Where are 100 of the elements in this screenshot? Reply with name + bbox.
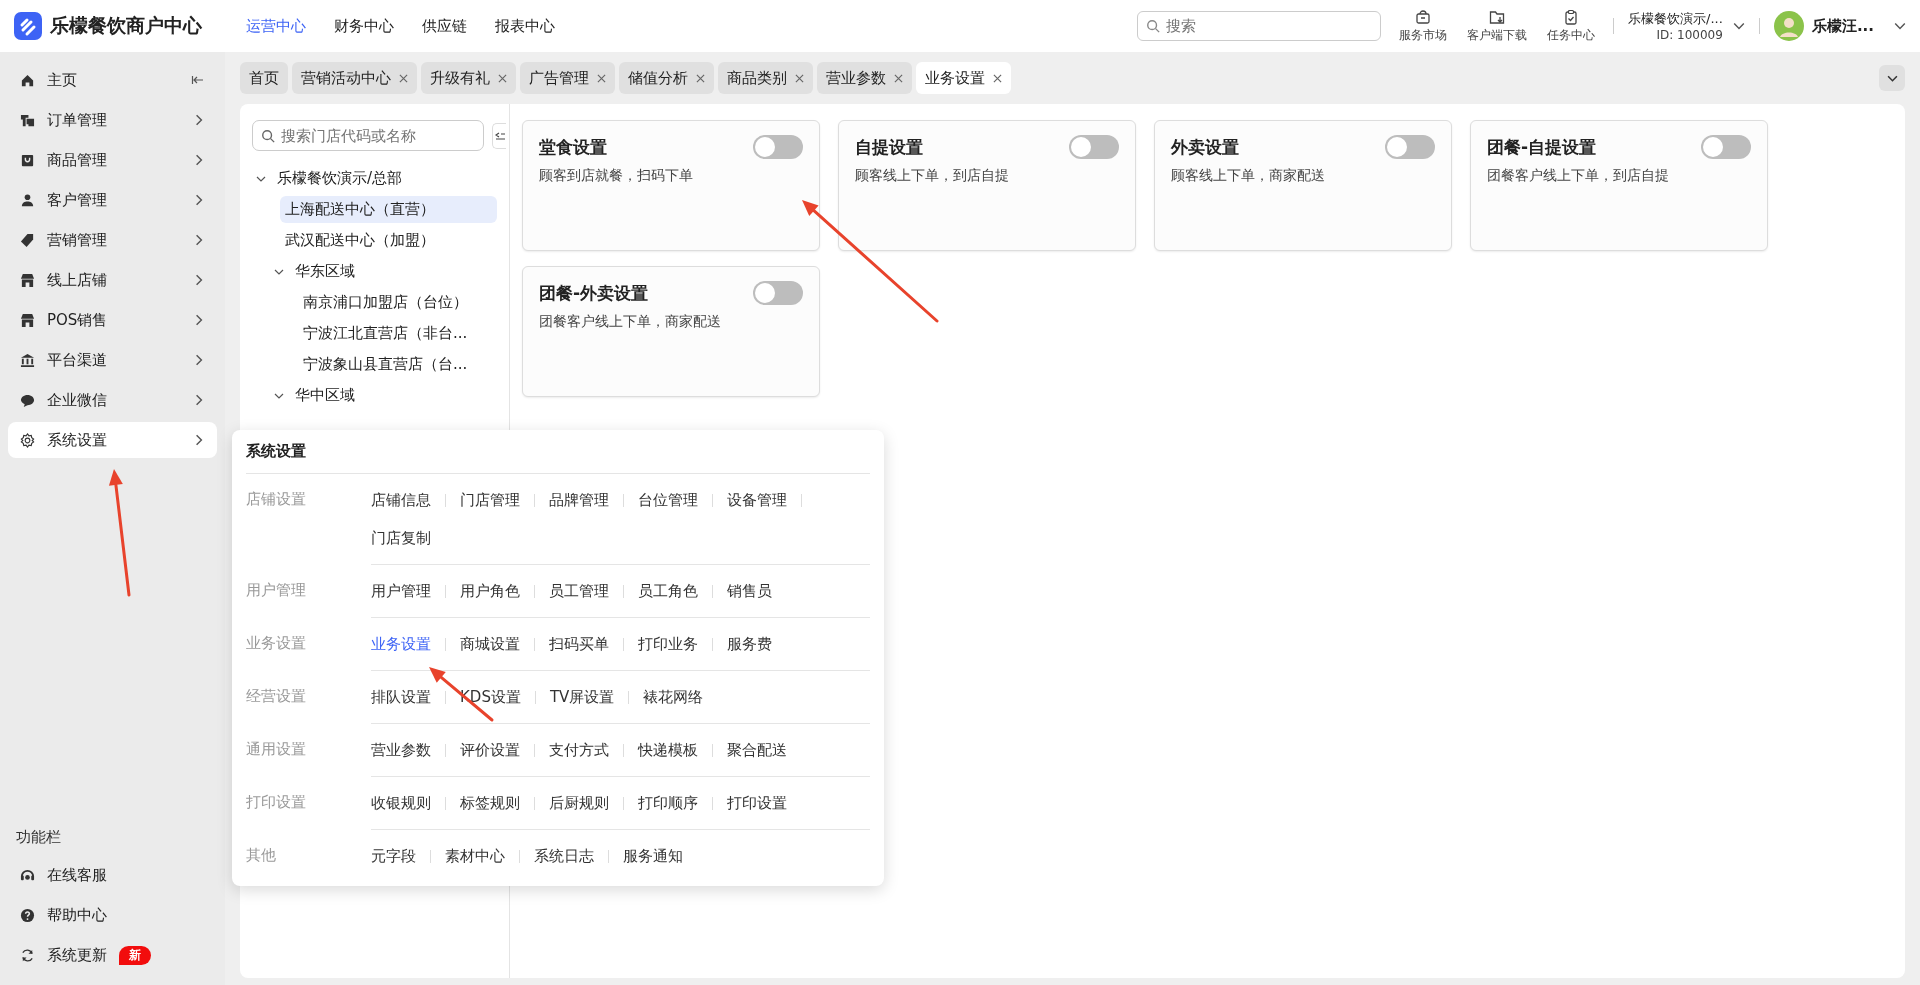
group-label: 用户管理: [246, 580, 307, 601]
user-name: 乐檬汪...: [1811, 16, 1874, 36]
sidebar-item[interactable]: 线上店铺: [8, 262, 217, 298]
nav-tab[interactable]: 财务中心: [334, 16, 394, 36]
page-tab[interactable]: 营销活动中心: [292, 62, 417, 94]
menu-link[interactable]: 支付方式: [549, 731, 609, 769]
close-icon[interactable]: [894, 73, 903, 83]
toggle-switch[interactable]: [1069, 135, 1119, 159]
menu-link[interactable]: 设备管理: [727, 481, 787, 519]
menu-link[interactable]: 服务费: [727, 625, 772, 663]
menu-link[interactable]: 系统日志: [534, 837, 594, 875]
sidebar-item[interactable]: 客户管理: [8, 182, 217, 218]
search-icon: [1146, 19, 1161, 33]
tree-item[interactable]: 宁波象山县直营店（台...: [298, 351, 497, 378]
menu-link[interactable]: 品牌管理: [549, 481, 609, 519]
menu-link[interactable]: 用户角色: [460, 572, 520, 610]
menu-link[interactable]: 员工角色: [638, 572, 698, 610]
page-tab[interactable]: 商品类别: [718, 62, 813, 94]
collapse-icon[interactable]: [191, 73, 205, 87]
menu-link[interactable]: 用户管理: [371, 572, 431, 610]
sidebar-item[interactable]: 平台渠道: [8, 342, 217, 378]
menu-link[interactable]: 业务设置: [371, 625, 431, 663]
tree-item[interactable]: 华中区域: [290, 382, 497, 409]
tree-item[interactable]: 宁波江北直营店（非台...: [298, 320, 497, 347]
menu-link[interactable]: 打印顺序: [638, 784, 698, 822]
tabs-dropdown-button[interactable]: [1879, 65, 1905, 91]
headset-icon: [20, 867, 35, 883]
menu-link[interactable]: 排队设置: [371, 678, 431, 716]
group-label: 通用设置: [246, 739, 307, 760]
chevron-down-icon[interactable]: [1894, 20, 1906, 32]
close-icon[interactable]: [993, 73, 1002, 83]
function-item[interactable]: 系统更新 新: [8, 937, 217, 973]
tree-item[interactable]: 上海配送中心（直营）: [280, 196, 497, 223]
sidebar-item[interactable]: 商品管理: [8, 142, 217, 178]
chevron-right-icon: [193, 234, 205, 246]
group-label: 其他: [246, 845, 277, 866]
page-tab[interactable]: 储值分析: [619, 62, 714, 94]
function-item[interactable]: 在线客服: [8, 857, 217, 893]
sidebar-item[interactable]: POS销售: [8, 302, 217, 338]
menu-link[interactable]: 元字段: [371, 837, 416, 875]
page-tab[interactable]: 广告管理: [520, 62, 615, 94]
menu-link[interactable]: 打印业务: [638, 625, 698, 663]
toggle-switch[interactable]: [1701, 135, 1751, 159]
toolbar-button[interactable]: 客户端下载: [1463, 8, 1532, 44]
sidebar-item[interactable]: 企业微信: [8, 382, 217, 418]
page-tab[interactable]: 首页: [240, 62, 288, 94]
close-icon[interactable]: [399, 73, 408, 83]
page-tab[interactable]: 营业参数: [817, 62, 912, 94]
sidebar-item[interactable]: 主页: [8, 62, 217, 98]
menu-link[interactable]: 营业参数: [371, 731, 431, 769]
tree-item[interactable]: 乐檬餐饮演示/总部: [272, 165, 497, 192]
menu-link[interactable]: 快递模板: [638, 731, 698, 769]
page-tab[interactable]: 升级有礼: [421, 62, 516, 94]
menu-link[interactable]: 员工管理: [549, 572, 609, 610]
toolbar-button[interactable]: 任务中心: [1543, 8, 1600, 44]
toggle-switch[interactable]: [1385, 135, 1435, 159]
menu-link[interactable]: 店铺信息: [371, 481, 431, 519]
chevron-down-icon[interactable]: [1732, 20, 1745, 32]
nav-tab[interactable]: 供应链: [422, 16, 467, 36]
sidebar-item[interactable]: 系统设置: [8, 422, 217, 458]
close-icon[interactable]: [597, 73, 606, 83]
menu-link[interactable]: 评价设置: [460, 731, 520, 769]
toggle-switch[interactable]: [753, 135, 803, 159]
menu-link[interactable]: 聚合配送: [727, 731, 787, 769]
menu-link[interactable]: TV屏设置: [549, 678, 615, 716]
menu-link[interactable]: 门店管理: [460, 481, 520, 519]
close-icon[interactable]: [696, 73, 705, 83]
function-item[interactable]: 帮助中心: [8, 897, 217, 933]
indent-icon: [495, 130, 505, 141]
close-icon[interactable]: [498, 73, 507, 83]
close-icon[interactable]: [795, 73, 804, 83]
toolbar-button[interactable]: 服务市场: [1395, 8, 1452, 44]
menu-link[interactable]: 扫码买单: [549, 625, 609, 663]
menu-link[interactable]: 标签规则: [460, 784, 520, 822]
sidebar-item[interactable]: 营销管理: [8, 222, 217, 258]
menu-link[interactable]: 收银规则: [371, 784, 431, 822]
store-search-field[interactable]: 搜索门店代码或名称: [252, 120, 484, 151]
menu-link[interactable]: 裱花网络: [643, 678, 704, 716]
toggle-switch[interactable]: [753, 281, 803, 305]
sidebar-item[interactable]: 订单管理: [8, 102, 217, 138]
menu-link[interactable]: 服务通知: [623, 837, 683, 875]
tree-item[interactable]: 华东区域: [290, 258, 497, 285]
menu-link[interactable]: 素材中心: [445, 837, 505, 875]
tree-item[interactable]: 南京浦口加盟店（台位）: [298, 289, 497, 316]
logo-icon: [14, 12, 42, 40]
clipboard-check-icon: [1563, 8, 1580, 25]
card-title: 自提设置: [855, 135, 923, 159]
menu-link[interactable]: 打印设置: [727, 784, 787, 822]
tree-item[interactable]: 武汉配送中心（加盟）: [280, 227, 497, 254]
menu-link[interactable]: 销售员: [727, 572, 772, 610]
nav-tab[interactable]: 运营中心: [246, 16, 306, 36]
chevron-right-icon: [193, 394, 205, 406]
menu-link[interactable]: 门店复制: [371, 519, 431, 557]
nav-tab[interactable]: 报表中心: [495, 16, 555, 36]
menu-link[interactable]: 台位管理: [638, 481, 698, 519]
page-tab[interactable]: 业务设置: [916, 62, 1011, 94]
menu-link[interactable]: 后厨规则: [549, 784, 609, 822]
search-field[interactable]: 搜索: [1137, 11, 1382, 41]
menu-link[interactable]: 商城设置: [460, 625, 520, 663]
collapse-tree-button[interactable]: [492, 122, 506, 149]
